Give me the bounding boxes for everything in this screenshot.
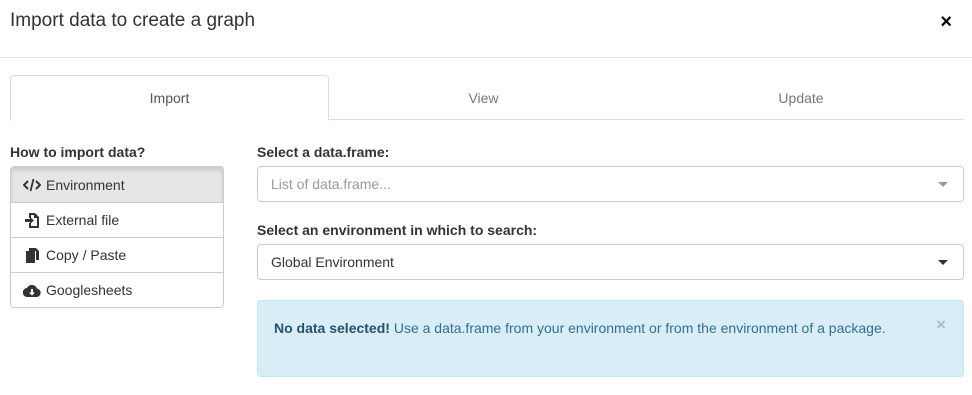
environment-select[interactable]: Global Environment [257, 244, 964, 280]
chevron-down-icon [938, 260, 948, 265]
import-method-label: Environment [46, 176, 125, 193]
cloud-download-icon [23, 283, 41, 297]
import-method-panel: How to import data? Environment External… [10, 144, 224, 308]
environment-select-label: Select an environment in which to search… [257, 222, 538, 238]
dataframe-select[interactable]: List of data.frame... [257, 166, 964, 202]
alert-title: No data selected! [274, 320, 390, 336]
chevron-down-icon [938, 182, 948, 187]
import-method-external-file[interactable]: External file [11, 202, 223, 237]
alert-message: Use a data.frame from your environment o… [389, 320, 886, 336]
import-method-label: Copy / Paste [46, 247, 127, 263]
close-icon[interactable]: × [940, 12, 952, 32]
tab-view[interactable]: View [329, 75, 638, 120]
import-method-copy-paste[interactable]: Copy / Paste [11, 237, 223, 272]
modal-header: Import data to create a graph × [0, 0, 972, 58]
no-data-alert: No data selected! Use a data.frame from … [257, 300, 964, 377]
import-method-heading: How to import data? [10, 144, 146, 160]
file-import-icon [23, 212, 41, 228]
code-icon [23, 178, 41, 192]
import-method-environment[interactable]: Environment [11, 167, 223, 202]
tab-import[interactable]: Import [10, 75, 329, 121]
alert-close-icon[interactable]: × [936, 316, 946, 333]
import-method-label: External file [46, 212, 120, 228]
selection-panel: Select a data.frame: List of data.frame.… [257, 144, 964, 280]
dataframe-select-placeholder: List of data.frame... [271, 176, 391, 192]
import-method-label: Googlesheets [46, 282, 133, 298]
copy-icon [23, 247, 41, 263]
tab-bar: Import View Update [10, 75, 964, 121]
tab-update[interactable]: Update [638, 75, 964, 120]
environment-select-value: Global Environment [271, 254, 394, 270]
modal-title: Import data to create a graph [10, 10, 256, 31]
dataframe-select-label: Select a data.frame: [257, 144, 390, 160]
import-method-list: Environment External file Copy / Paste G… [10, 166, 224, 308]
import-method-googlesheets[interactable]: Googlesheets [11, 272, 223, 307]
